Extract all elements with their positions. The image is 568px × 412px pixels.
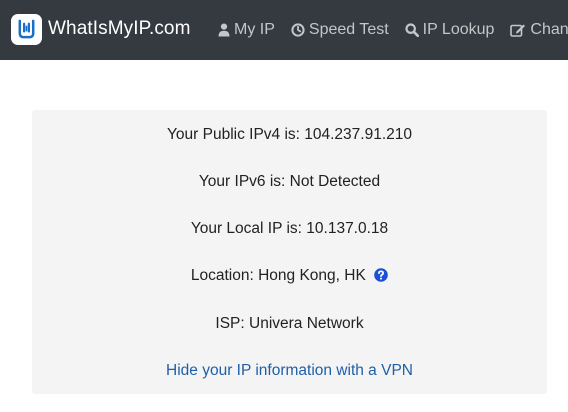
- nav-item-label: My IP: [234, 21, 275, 38]
- public-ipv4-text: Your Public IPv4 is: 104.237.91.210: [166, 126, 413, 143]
- nav-item-ip-lookup[interactable]: IP Lookup: [405, 21, 495, 39]
- nav-item-label: Speed Test: [308, 21, 389, 38]
- question-circle-icon[interactable]: [374, 268, 388, 288]
- vpn-link[interactable]: Hide your IP information with a VPN: [166, 362, 413, 379]
- user-icon: [218, 23, 230, 37]
- isp-text: ISP: Univera Network: [215, 315, 364, 332]
- nav-item-label: Chang: [530, 21, 568, 38]
- edit-icon: [510, 24, 526, 37]
- speedometer-icon: [291, 23, 305, 37]
- location-row: Location: Hong Kong, HK: [32, 266, 547, 288]
- top-navbar: WhatIsMyIP.com My IP Speed Test IP Looku…: [0, 0, 568, 60]
- nav-item-my-ip[interactable]: My IP: [218, 21, 275, 39]
- local-ip-text: Your Local IP is: 10.137.0.18: [190, 220, 389, 237]
- location-text: Location: Hong Kong, HK: [190, 267, 366, 284]
- search-icon: [405, 23, 419, 37]
- vpn-row: Hide your IP information with a VPN: [32, 361, 547, 381]
- wimi-logo-icon: [11, 13, 42, 45]
- nav-item-change-ip[interactable]: Chang: [510, 21, 568, 39]
- nav-item-label: IP Lookup: [422, 21, 495, 38]
- main-nav: My IP Speed Test IP Lookup Chang: [218, 0, 568, 60]
- nav-item-speed-test[interactable]: Speed Test: [291, 21, 389, 39]
- brand-link[interactable]: WhatIsMyIP.com: [11, 13, 191, 45]
- ip-info-card: Your Public IPv4 is: 104.237.91.210 Your…: [32, 110, 547, 394]
- brand-name: WhatIsMyIP.com: [48, 18, 191, 39]
- ipv6-text: Your IPv6 is: Not Detected: [198, 173, 381, 190]
